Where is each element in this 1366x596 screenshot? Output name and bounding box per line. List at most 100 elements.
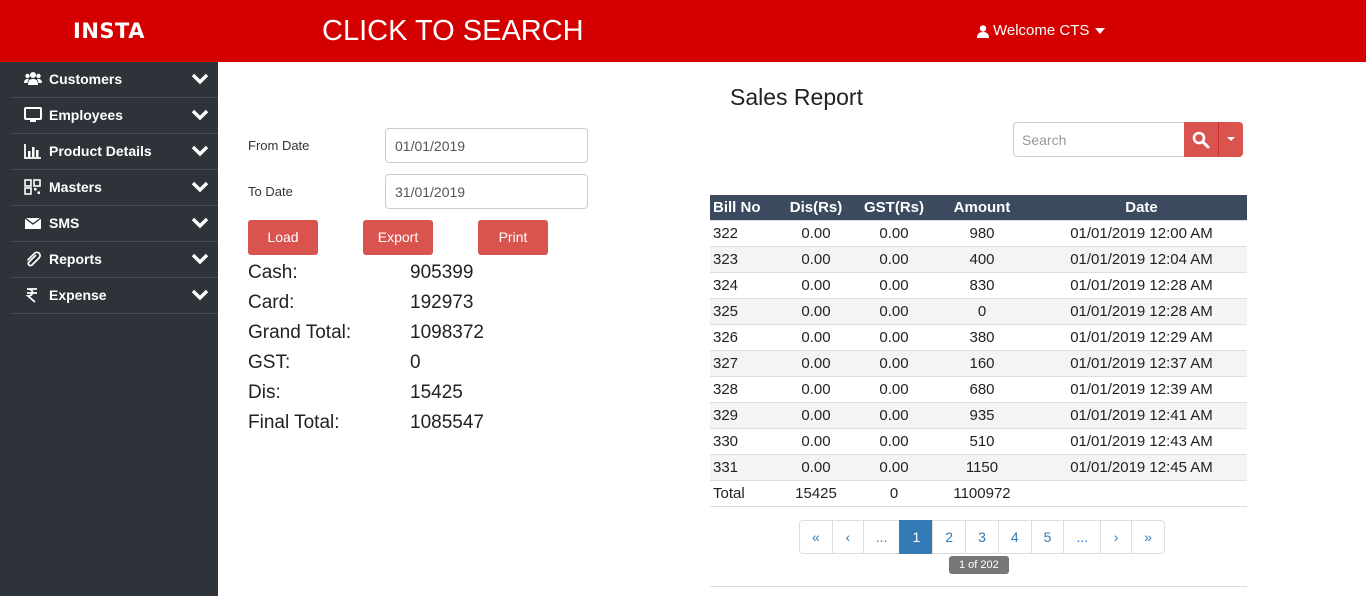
sidebar-item-reports[interactable]: Reports	[10, 242, 218, 278]
pagination-page-active[interactable]: 1	[899, 520, 934, 554]
chevron-down-icon	[191, 217, 209, 229]
sidebar-item-customers[interactable]: Customers	[10, 62, 218, 98]
pagination-ellipsis[interactable]: ...	[1063, 520, 1102, 554]
amount-cell: 380	[928, 323, 1036, 350]
gst-cell: 0.00	[860, 245, 928, 272]
user-menu[interactable]: Welcome CTS	[977, 21, 1106, 41]
discount-cell: 0.00	[772, 245, 860, 272]
pagination-page[interactable]: 2	[932, 520, 967, 554]
chevron-down-icon	[191, 181, 209, 193]
column-header[interactable]: Amount	[928, 195, 1036, 220]
discount-cell: 0.00	[772, 401, 860, 428]
summary-dis: Dis: 15425	[248, 382, 548, 412]
qrcode-icon	[24, 179, 41, 195]
load-button[interactable]: Load	[248, 220, 318, 255]
total-date-cell	[1036, 479, 1247, 507]
summary-cash: Cash: 905399	[248, 262, 548, 292]
gst-cell: 0.00	[860, 323, 928, 350]
users-icon	[24, 72, 42, 85]
gst-cell: 0.00	[860, 349, 928, 376]
sidebar-item-masters[interactable]: Masters	[10, 170, 218, 206]
pagination-ellipsis[interactable]: ...	[862, 520, 901, 554]
date-cell: 01/01/2019 12:43 AM	[1036, 427, 1247, 454]
table-row[interactable]: 324 0.00 0.00 830 01/01/2019 12:28 AM	[710, 271, 1247, 298]
amount-cell: 680	[928, 375, 1036, 402]
pagination-first[interactable]: «	[799, 520, 833, 554]
table-total-row: Total 15425 0 1100972	[710, 479, 1247, 507]
chevron-down-icon	[191, 73, 209, 85]
sidebar-item-sms[interactable]: SMS	[10, 206, 218, 242]
sidebar-item-expense[interactable]: Expense	[10, 278, 218, 314]
bill-no-cell: 325	[710, 297, 772, 324]
amount-cell: 830	[928, 271, 1036, 298]
summary-value: 1085547	[410, 412, 484, 433]
summary-value: 0	[410, 352, 421, 373]
table-row[interactable]: 327 0.00 0.00 160 01/01/2019 12:37 AM	[710, 349, 1247, 376]
pagination-next[interactable]: ›	[1100, 520, 1133, 554]
pagination-last[interactable]: »	[1131, 520, 1165, 554]
summary-label: GST:	[248, 352, 291, 373]
export-button[interactable]: Export	[363, 220, 433, 255]
bill-no-cell: 323	[710, 245, 772, 272]
top-navbar: INSTA CLICK TO SEARCH Welcome CTS	[0, 0, 1366, 62]
amount-cell: 980	[928, 219, 1036, 246]
from-date-input[interactable]	[385, 128, 588, 163]
main-content: From Date To Date Load Export Print Cash…	[218, 62, 1366, 596]
pagination-page[interactable]: 4	[997, 520, 1032, 554]
column-header[interactable]: GST(Rs)	[860, 195, 928, 220]
table-row[interactable]: 331 0.00 0.00 1150 01/01/2019 12:45 AM	[710, 453, 1247, 480]
chevron-down-icon	[191, 145, 209, 157]
total-gst-cell: 0	[860, 479, 928, 507]
table-row[interactable]: 323 0.00 0.00 400 01/01/2019 12:04 AM	[710, 245, 1247, 272]
to-date-input[interactable]	[385, 174, 588, 209]
welcome-label: Welcome CTS	[993, 22, 1090, 39]
summary-grand-total: Grand Total: 1098372	[248, 322, 548, 352]
summary-label: Cash:	[248, 262, 298, 283]
pagination-page[interactable]: 3	[965, 520, 999, 554]
discount-cell: 0.00	[772, 219, 860, 246]
pagination: « ‹ ... 1 2 3 4 5 ... › »	[799, 520, 1165, 554]
sidebar: Customers Employees Product Details Mast…	[0, 62, 218, 596]
column-header[interactable]: Date	[1036, 195, 1247, 220]
date-cell: 01/01/2019 12:37 AM	[1036, 349, 1247, 376]
bill-no-cell: 329	[710, 401, 772, 428]
date-cell: 01/01/2019 12:00 AM	[1036, 219, 1247, 246]
sidebar-item-label: SMS	[49, 215, 80, 231]
table-row[interactable]: 328 0.00 0.00 680 01/01/2019 12:39 AM	[710, 375, 1247, 402]
table-row[interactable]: 325 0.00 0.00 0 01/01/2019 12:28 AM	[710, 297, 1247, 324]
pagination-prev[interactable]: ‹	[831, 520, 864, 554]
column-header[interactable]: Dis(Rs)	[772, 195, 860, 220]
chevron-down-icon	[191, 253, 209, 265]
bill-no-cell: 322	[710, 219, 772, 246]
table-row[interactable]: 330 0.00 0.00 510 01/01/2019 12:43 AM	[710, 427, 1247, 454]
column-header[interactable]: Bill No	[710, 195, 772, 220]
gst-cell: 0.00	[860, 427, 928, 454]
total-amount-cell: 1100972	[928, 479, 1036, 507]
gst-cell: 0.00	[860, 453, 928, 480]
search-button[interactable]	[1184, 122, 1218, 157]
search-input[interactable]	[1013, 122, 1185, 157]
summary-value: 1098372	[410, 322, 484, 343]
click-to-search-link[interactable]: CLICK TO SEARCH	[322, 13, 584, 49]
sidebar-item-product-details[interactable]: Product Details	[10, 134, 218, 170]
table-row[interactable]: 326 0.00 0.00 380 01/01/2019 12:29 AM	[710, 323, 1247, 350]
discount-cell: 0.00	[772, 349, 860, 376]
sales-report-table: Bill No Dis(Rs) GST(Rs) Amount Date 322 …	[710, 195, 1247, 507]
table-header-row: Bill No Dis(Rs) GST(Rs) Amount Date	[710, 195, 1247, 220]
table-row[interactable]: 322 0.00 0.00 980 01/01/2019 12:00 AM	[710, 219, 1247, 246]
page-info-badge: 1 of 202	[949, 556, 1009, 574]
total-discount-cell: 15425	[772, 479, 860, 507]
sidebar-item-employees[interactable]: Employees	[10, 98, 218, 134]
amount-cell: 510	[928, 427, 1036, 454]
summary-label: Grand Total:	[248, 322, 352, 343]
table-row[interactable]: 329 0.00 0.00 935 01/01/2019 12:41 AM	[710, 401, 1247, 428]
brand-logo[interactable]: INSTA	[0, 0, 218, 62]
search-options-dropdown[interactable]	[1218, 122, 1243, 157]
report-search	[1013, 122, 1243, 157]
date-cell: 01/01/2019 12:04 AM	[1036, 245, 1247, 272]
bill-no-cell: 331	[710, 453, 772, 480]
pagination-page[interactable]: 5	[1030, 520, 1065, 554]
monitor-icon	[24, 107, 42, 122]
print-button[interactable]: Print	[478, 220, 548, 255]
discount-cell: 0.00	[772, 297, 860, 324]
